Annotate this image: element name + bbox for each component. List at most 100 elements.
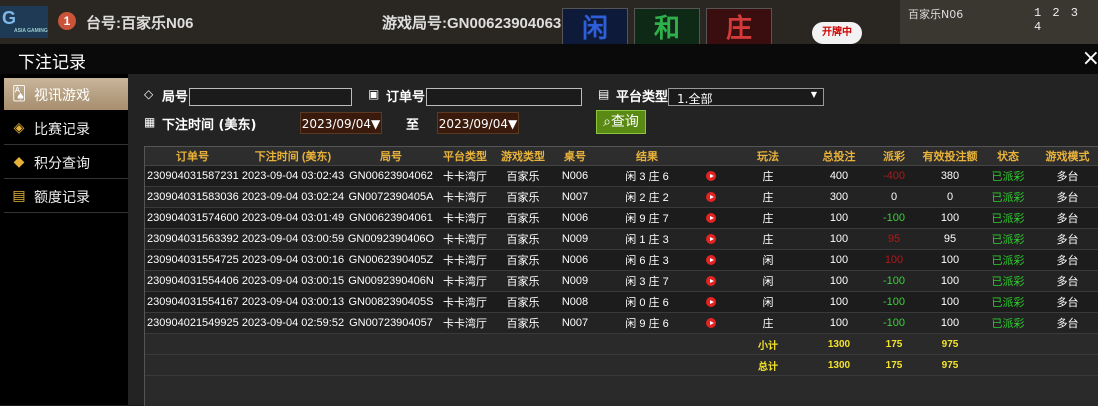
tag-outline-icon: ◇ [144,87,154,101]
table-cell: 100 [810,249,868,271]
order-input[interactable] [426,88,582,106]
play-video-icon[interactable] [706,234,716,245]
sidebar-item-label: 视讯游戏 [34,88,90,104]
sidebar: 🂡 视讯游戏 ◈ 比赛记录 ◆ 积分查询 ▤ 额度记录 [0,74,128,405]
play-video-icon[interactable] [706,318,716,329]
table-row[interactable]: 230904031554406 2023-09-04 03:00:15 GN0092… [145,270,1098,292]
sidebar-item-points-query[interactable]: ◆ 积分查询 [4,146,128,179]
time-filter-label: 下注时间 (美东) [162,118,257,133]
table-cell: 闲 2 庄 2 [598,186,696,208]
sidebar-item-label: 额度记录 [34,190,90,206]
table-cell: -400 [868,165,920,187]
table-label: 台号:百家乐N06 [86,15,194,32]
table-cell: 100 [868,249,920,271]
table-cell [240,333,346,355]
table-cell: 百家乐 [494,165,552,187]
table-row[interactable]: 230904031583036 2023-09-04 03:02:24 GN0072… [145,186,1098,208]
table-cell: 多台 [1036,207,1098,229]
table-cell: 95 [920,228,980,250]
play-video-icon[interactable] [706,276,716,287]
table-cell: 2023-09-04 02:59:52 [240,312,346,334]
table-cell: 230904031583036 [145,186,240,208]
round-input[interactable] [189,88,352,106]
table-cell [346,333,436,355]
column-header: 状态 [980,147,1036,166]
logo-subtext: ASIA GAMING [14,28,48,34]
play-video-icon[interactable] [706,192,716,203]
column-header: 下注时间 (美东) [240,147,346,166]
table-cell [240,354,346,376]
table-cell: 230904021549925 [145,312,240,334]
table-row[interactable]: 230904031554167 2023-09-04 03:00:13 GN0082… [145,291,1098,313]
table-cell: 已派彩 [980,186,1036,208]
table-cell: 已派彩 [980,291,1036,313]
sidebar-item-credit-records[interactable]: ▤ 额度记录 [4,180,128,213]
table-cell [436,333,494,355]
table-cell: GN00623904062 [346,165,436,187]
table-row[interactable]: 230904031587231 2023-09-04 03:02:43 GN0062… [145,165,1098,187]
play-video-icon[interactable] [706,171,716,182]
table-header: 订单号 下注时间 (美东) 局号 平台类型 游戏类型 桌号 结果 玩法 总投注 派彩 有效投注额 状态… [145,147,1098,166]
table-cell: 百家乐 [494,291,552,313]
sidebar-item-video-games[interactable]: 🂡 视讯游戏 [4,78,128,110]
table-cell: N006 [552,165,598,187]
table-cell [696,354,726,376]
playing-cards-icon: 🂡 [11,86,27,102]
date-to-picker[interactable]: 2023/09/04▼ [437,112,519,134]
table-cell: 小计 [726,333,810,355]
table-cell: 多台 [1036,165,1098,187]
table-cell: -100 [868,207,920,229]
table-cell [145,354,240,376]
table-cell: 闲 6 庄 3 [598,249,696,271]
table-row[interactable]: 230904031554725 2023-09-04 03:00:16 GN0062… [145,249,1098,271]
table-row[interactable]: 230904021549925 2023-09-04 02:59:52 GN0072… [145,312,1098,334]
replay-cell [696,228,726,250]
modal-titlebar: 下注记录 × [0,44,1098,74]
table-cell: 庄 [726,312,810,334]
table-cell: 闲 [726,270,810,292]
table-cell: 100 [810,291,868,313]
replay-cell [696,165,726,187]
play-video-icon[interactable] [706,297,716,308]
table-cell: 100 [920,291,980,313]
play-video-icon[interactable] [706,255,716,266]
subtotal-row: 小计 1300 175 975 [145,333,1098,355]
table-cell: 已派彩 [980,249,1036,271]
table-cell: 闲 9 庄 6 [598,312,696,334]
table-row[interactable]: 230904031563392 2023-09-04 03:00:59 GN0092… [145,228,1098,250]
table-number-badge: 1 [58,12,76,30]
table-cell: 已派彩 [980,207,1036,229]
table-cell: 已派彩 [980,228,1036,250]
table-cell: 230904031563392 [145,228,240,250]
table-cell: N009 [552,228,598,250]
table-cell: N008 [552,291,598,313]
table-cell: GN0082390405S [346,291,436,313]
column-header: 桌号 [552,147,598,166]
table-cell: GN0092390406N [346,270,436,292]
table-cell: N006 [552,249,598,271]
table-cell: 175 [868,333,920,355]
sidebar-item-label: 比赛记录 [34,122,90,138]
replay-cell [696,207,726,229]
table-row[interactable]: 230904031574600 2023-09-04 03:01:49 GN0062… [145,207,1098,229]
date-from-picker[interactable]: 2023/09/04▼ [300,112,382,134]
column-header: 有效投注额 [920,147,980,166]
table-cell [494,354,552,376]
table-cell: N009 [552,270,598,292]
column-header: 游戏类型 [494,147,552,166]
play-video-icon[interactable] [706,213,716,224]
table-cell: 300 [810,186,868,208]
table-cell: 百家乐 [494,207,552,229]
table-cell [494,333,552,355]
table-cell: GN0072390405A [346,186,436,208]
sidebar-item-match-records[interactable]: ◈ 比赛记录 [4,112,128,145]
close-icon[interactable]: × [1082,46,1098,71]
video-preview: 百家乐N06 1 2 3 4 [900,0,1098,44]
query-button[interactable]: ⌕查询 [596,110,646,134]
table-cell [598,333,696,355]
table-cell: 卡卡湾厅 [436,165,494,187]
platform-select[interactable]: 1.全部 ▼ [668,88,824,106]
round-label: 游戏局号:GN00623904063 [382,15,562,32]
table-cell: 230904031554725 [145,249,240,271]
calendar-icon: ▦ [144,115,156,129]
